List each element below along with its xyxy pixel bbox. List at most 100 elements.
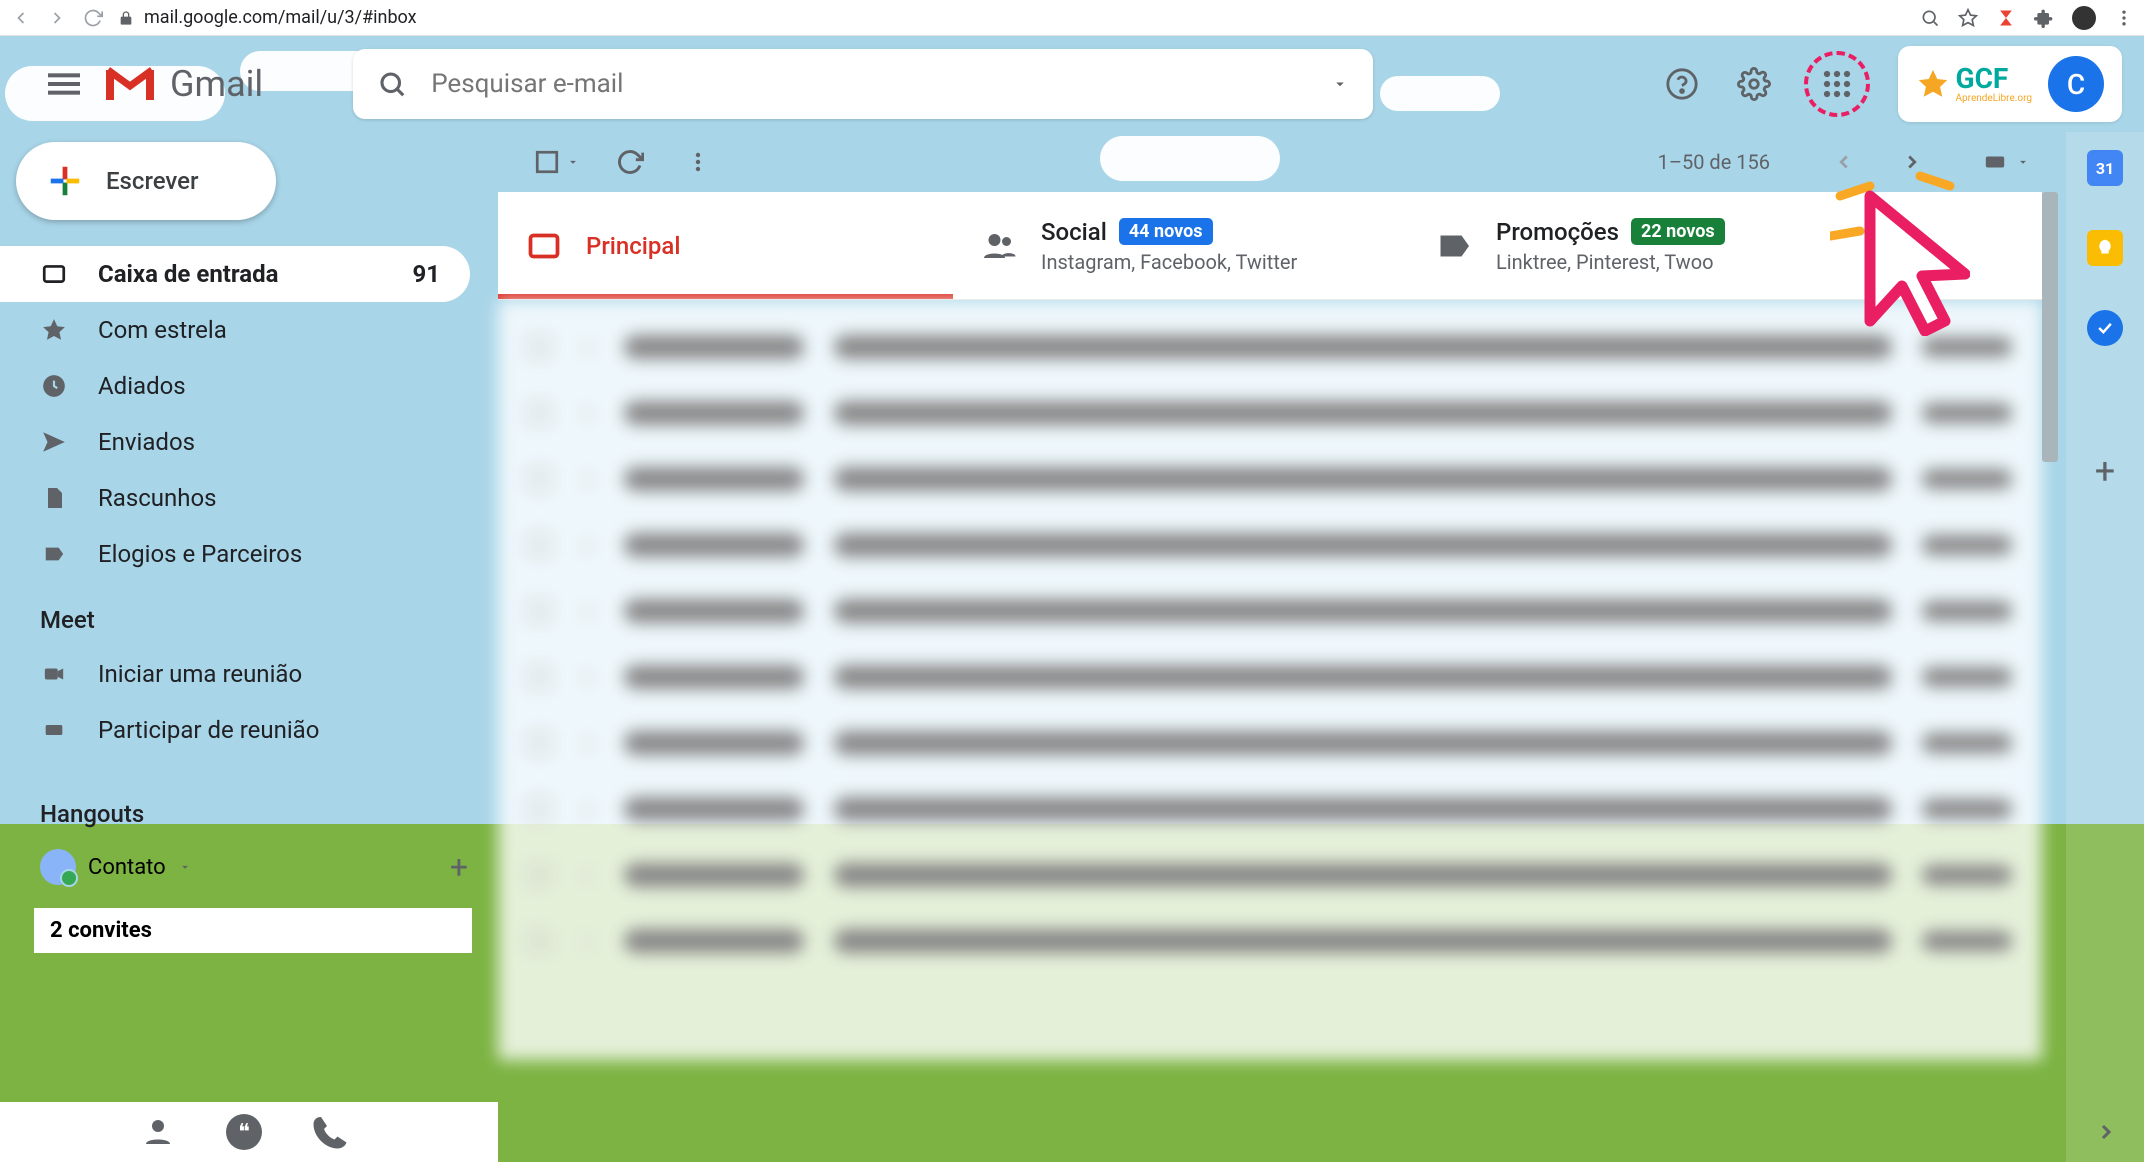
- tab-primary[interactable]: Principal: [498, 192, 953, 299]
- meet-heading: Meet: [0, 582, 498, 646]
- tab-label: Social: [1041, 218, 1107, 246]
- invite-title: 2 convites: [50, 918, 456, 943]
- contacts-tab-icon[interactable]: [140, 1114, 176, 1150]
- chat-tab-icon[interactable]: ❝: [226, 1114, 262, 1150]
- keyboard-icon: [1980, 151, 2010, 173]
- tab-preview: Linktree, Pinterest, Twoo: [1496, 250, 1725, 274]
- browser-back-button[interactable]: [10, 7, 32, 29]
- settings-button[interactable]: [1732, 62, 1776, 106]
- brand-subtext: AprendeLibre.org: [1956, 93, 2032, 104]
- inbox-count: 91: [412, 260, 440, 288]
- browser-forward-button[interactable]: [46, 7, 68, 29]
- sidebar-item-snoozed[interactable]: Adiados: [0, 358, 470, 414]
- promo-badge: 22 novos: [1631, 218, 1725, 245]
- sidebar-item-label: Enviados: [98, 428, 195, 456]
- search-options-dropdown-icon[interactable]: [1331, 75, 1349, 93]
- search-input[interactable]: [431, 69, 1331, 99]
- tab-preview: Instagram, Facebook, Twitter: [1041, 250, 1297, 274]
- scrollbar[interactable]: [2042, 192, 2058, 462]
- file-icon: [40, 484, 68, 512]
- mail-list[interactable]: ★ ★ ★ ★ ★ ★ ★ ★ ★ ★: [498, 300, 2042, 1060]
- extension-icon[interactable]: [1996, 8, 2016, 28]
- mail-toolbar: 1–50 de 156: [498, 132, 2066, 192]
- select-all-button[interactable]: [534, 149, 580, 175]
- sidebar-item-label: Caixa de entrada: [98, 260, 279, 288]
- inbox-icon: [526, 228, 562, 264]
- sidebar: Escrever Caixa de entrada 91 Com estrela…: [0, 132, 498, 1162]
- main-content: 1–50 de 156 Principal: [498, 132, 2066, 1162]
- app-header: Gmail: [0, 36, 2144, 132]
- search-icon: [377, 69, 407, 99]
- phone-tab-icon[interactable]: [312, 1114, 348, 1150]
- hide-panel-button[interactable]: [2094, 1120, 2118, 1144]
- search-box[interactable]: [353, 49, 1373, 119]
- send-icon: [40, 428, 68, 456]
- sidebar-item-sent[interactable]: Enviados: [0, 414, 470, 470]
- side-panel: 31 +: [2066, 132, 2144, 1162]
- google-apps-button[interactable]: [1804, 51, 1870, 117]
- compose-label: Escrever: [106, 167, 199, 195]
- lock-icon: [118, 10, 134, 26]
- bookmark-star-icon[interactable]: [1958, 8, 1978, 28]
- brand-text: GCF: [1956, 65, 2032, 93]
- zoom-icon[interactable]: [1920, 8, 1940, 28]
- add-contact-button[interactable]: +: [450, 848, 468, 886]
- star-icon: [40, 316, 68, 344]
- tag-icon: [1436, 228, 1472, 264]
- main-menu-button[interactable]: [40, 60, 88, 108]
- calendar-addon-button[interactable]: 31: [2087, 150, 2123, 186]
- extensions-puzzle-icon[interactable]: [2034, 8, 2054, 28]
- tasks-addon-button[interactable]: [2087, 310, 2123, 346]
- sidebar-item-custom-label[interactable]: Elogios e Parceiros: [0, 526, 470, 582]
- plus-icon: [46, 162, 84, 200]
- tab-label: Principal: [586, 232, 680, 260]
- org-brand-box: GCF AprendeLibre.org C: [1898, 46, 2122, 122]
- contact-name: Contato: [88, 855, 166, 880]
- refresh-button[interactable]: [612, 144, 648, 180]
- browser-menu-icon[interactable]: [2114, 8, 2134, 28]
- meet-join-button[interactable]: Participar de reunião: [0, 702, 470, 758]
- compose-button[interactable]: Escrever: [16, 142, 276, 220]
- category-tabs: Principal Social 44 novos Instagram, Fac…: [498, 192, 2042, 300]
- browser-profile-avatar[interactable]: [2072, 6, 2096, 30]
- keyboard-icon: [40, 716, 68, 744]
- sidebar-item-label: Elogios e Parceiros: [98, 540, 302, 568]
- browser-chrome: mail.google.com/mail/u/3/#inbox: [0, 0, 2144, 36]
- gmail-logo[interactable]: Gmail: [104, 63, 263, 105]
- sidebar-item-starred[interactable]: Com estrela: [0, 302, 470, 358]
- gmail-icon: [104, 64, 156, 104]
- label-icon: [40, 540, 68, 568]
- meet-start-button[interactable]: Iniciar uma reunião: [0, 646, 470, 702]
- sidebar-item-label: Iniciar uma reunião: [98, 660, 302, 688]
- gmail-logo-text: Gmail: [170, 63, 263, 105]
- input-tools-button[interactable]: [1980, 151, 2030, 173]
- sidebar-item-drafts[interactable]: Rascunhos: [0, 470, 470, 526]
- prev-page-button[interactable]: [1826, 144, 1862, 180]
- hangouts-contact[interactable]: Contato +: [0, 840, 498, 894]
- sidebar-item-label: Participar de reunião: [98, 716, 319, 744]
- invite-box[interactable]: 2 convites: [26, 908, 472, 953]
- social-badge: 44 novos: [1119, 218, 1213, 245]
- next-page-button[interactable]: [1894, 144, 1930, 180]
- clock-icon: [40, 372, 68, 400]
- keep-addon-button[interactable]: [2087, 230, 2123, 266]
- checkbox-icon: [534, 149, 560, 175]
- people-icon: [981, 228, 1017, 264]
- hangouts-heading: Hangouts: [0, 776, 498, 840]
- video-icon: [40, 660, 68, 688]
- account-avatar[interactable]: C: [2048, 56, 2104, 112]
- more-button[interactable]: [680, 144, 716, 180]
- browser-reload-button[interactable]: [82, 7, 104, 29]
- contact-avatar: [40, 849, 76, 885]
- sidebar-item-inbox[interactable]: Caixa de entrada 91: [0, 246, 470, 302]
- sidebar-item-label: Rascunhos: [98, 484, 217, 512]
- browser-url[interactable]: mail.google.com/mail/u/3/#inbox: [144, 7, 417, 28]
- tab-label: Promoções: [1496, 218, 1619, 246]
- tab-social[interactable]: Social 44 novos Instagram, Facebook, Twi…: [953, 192, 1408, 299]
- get-addons-button[interactable]: +: [2095, 450, 2115, 492]
- apps-grid-icon: [1822, 69, 1852, 99]
- tab-promotions[interactable]: Promoções 22 novos Linktree, Pinterest, …: [1408, 192, 1863, 299]
- sidebar-item-label: Adiados: [98, 372, 186, 400]
- support-button[interactable]: [1660, 62, 1704, 106]
- chevron-down-icon: [178, 860, 192, 874]
